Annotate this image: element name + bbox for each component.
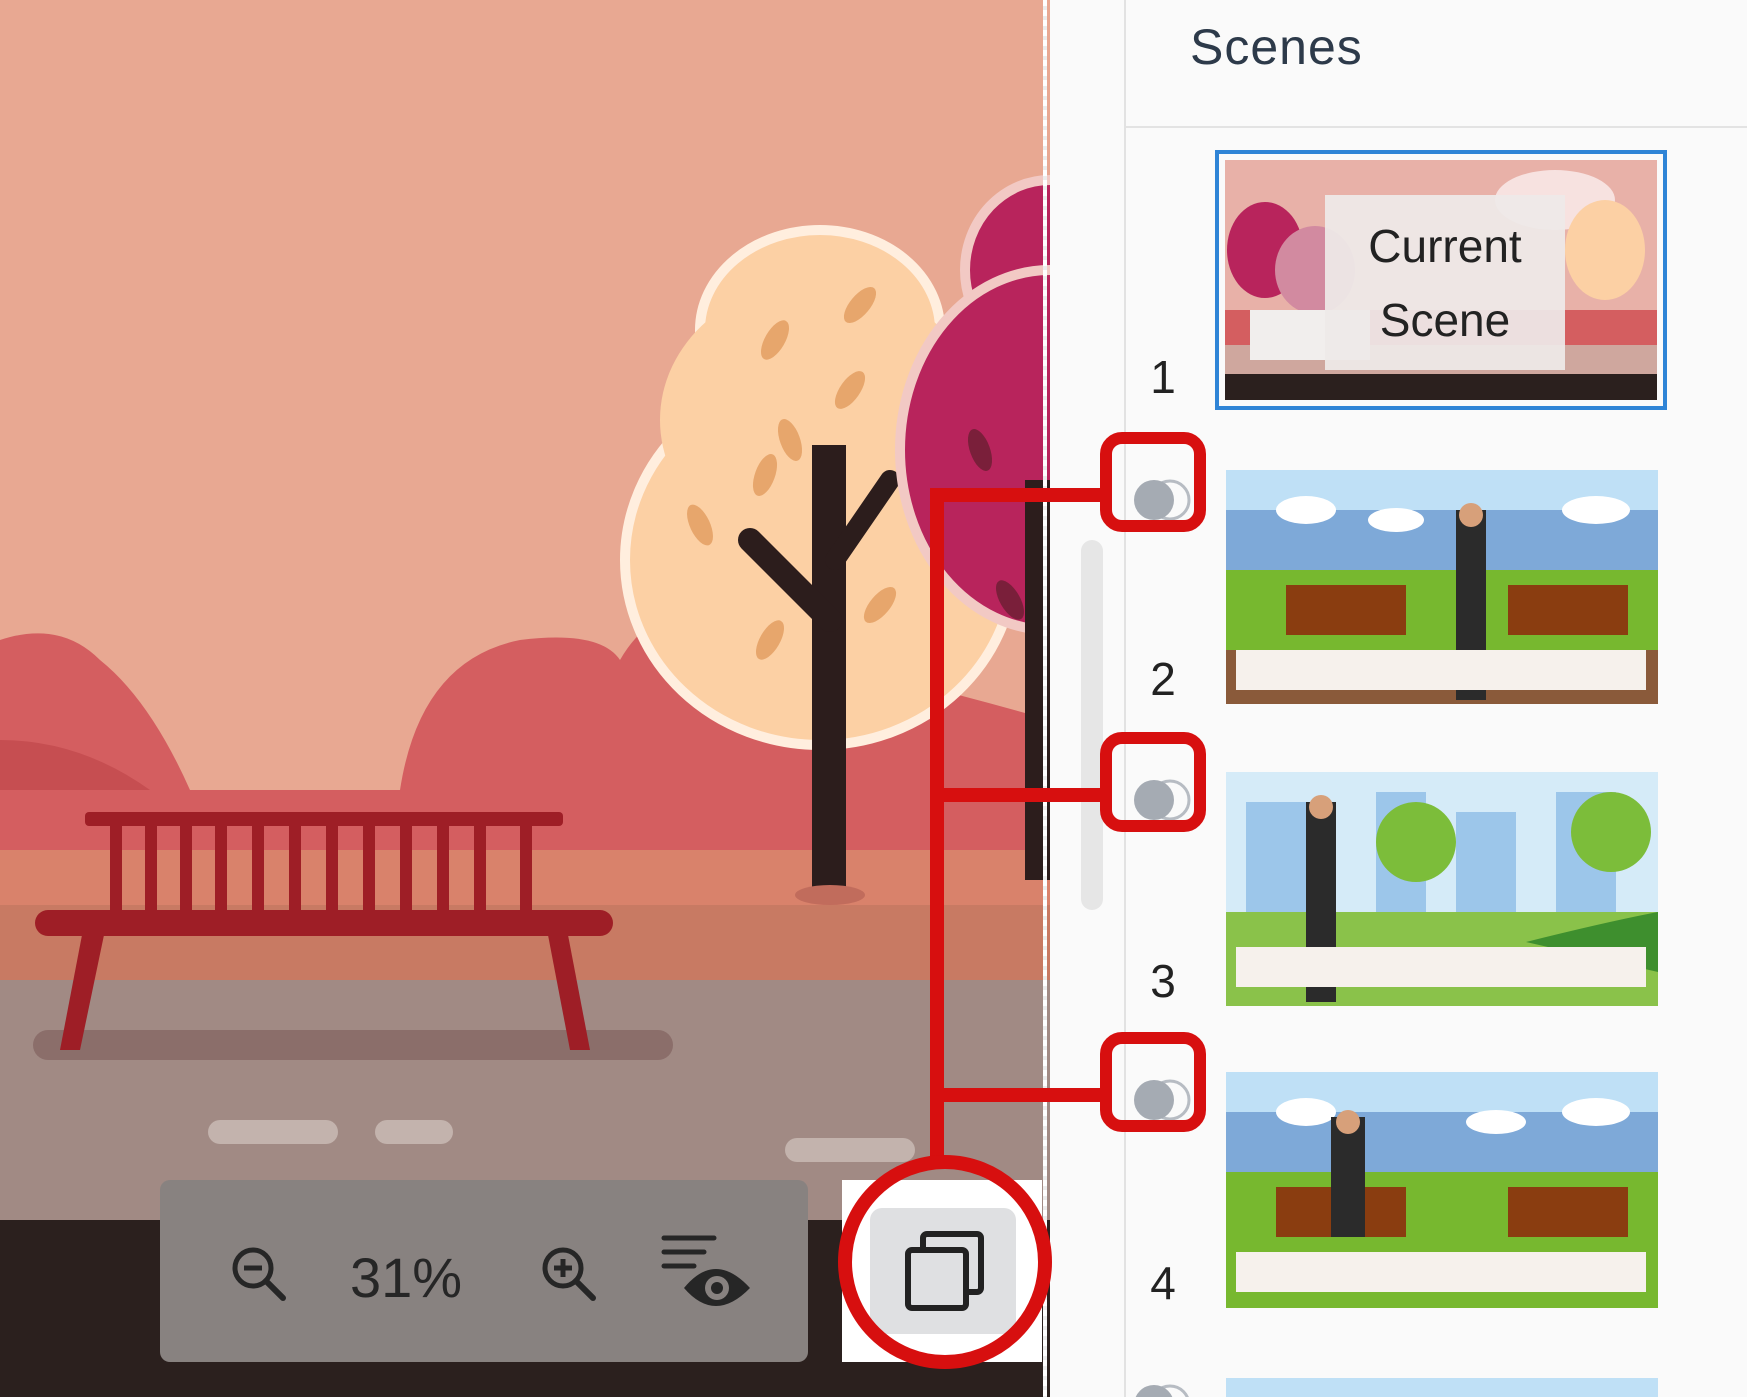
scenes-panel-title: Scenes	[1190, 19, 1363, 75]
callout-branch-line	[930, 788, 1105, 802]
current-scene-label-line1: Current	[1368, 219, 1522, 272]
scene-number: 4	[1150, 1257, 1176, 1309]
scene-thumbnail-2[interactable]	[1226, 470, 1658, 704]
title-divider	[1126, 126, 1747, 128]
current-scene-label-line2: Scene	[1379, 293, 1511, 346]
callout-branch-line	[930, 488, 1105, 502]
scene-4-preview	[1226, 1072, 1658, 1308]
scene-thumbnail-4[interactable]	[1226, 1072, 1658, 1308]
zoom-in-button[interactable]	[535, 1240, 605, 1310]
preview-button[interactable]	[660, 1228, 760, 1318]
callout-vertical-line	[930, 488, 944, 1158]
scene-5-preview	[1226, 1378, 1658, 1397]
scene-number: 2	[1150, 653, 1176, 705]
zoom-in-icon	[542, 1247, 596, 1301]
scene-2-preview	[1226, 470, 1658, 704]
callout-highlight-box	[1100, 732, 1206, 832]
callout-highlight-box	[1100, 432, 1206, 532]
callout-branch-line	[930, 1088, 1105, 1102]
scene-number: 3	[1150, 955, 1176, 1007]
scene-3-preview	[1226, 772, 1658, 1006]
preview-eye-icon	[661, 1235, 750, 1306]
scenes-scrollbar[interactable]	[1081, 540, 1103, 910]
panel-divider	[1124, 0, 1126, 1397]
zoom-level: 31%	[350, 1246, 463, 1309]
callout-highlight-circle	[838, 1155, 1052, 1369]
callout-highlight-box	[1100, 1032, 1206, 1132]
scene-thumbnail-3[interactable]	[1226, 772, 1658, 1006]
canvas-edge	[1043, 0, 1047, 1397]
zoom-out-button[interactable]	[225, 1240, 295, 1310]
transition-icon	[1135, 1384, 1189, 1397]
scene-number: 1	[1150, 351, 1176, 403]
zoom-out-icon	[232, 1247, 286, 1301]
current-scene-label: Current Scene	[1325, 195, 1565, 370]
scene-thumbnail-5[interactable]	[1226, 1378, 1658, 1397]
scene-thumbnail-1[interactable]: Current Scene	[1215, 150, 1667, 410]
scene-transition-toggle[interactable]	[1128, 1380, 1198, 1397]
